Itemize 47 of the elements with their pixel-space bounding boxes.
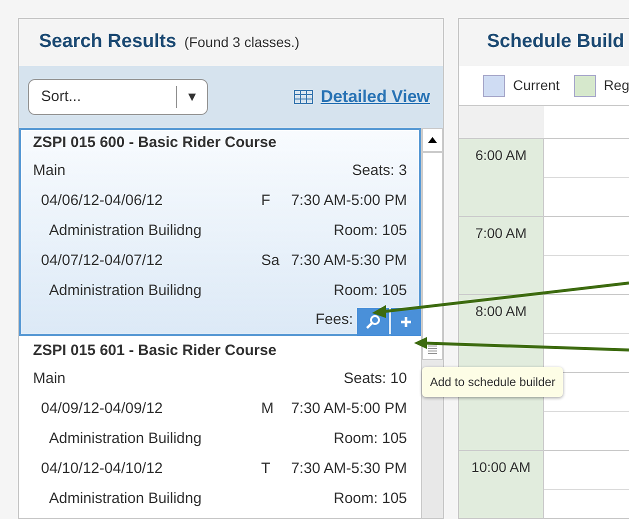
panel-title: Schedule Build [487, 30, 624, 54]
meeting-day: M [261, 398, 292, 420]
meeting-day: T [261, 458, 292, 480]
room-label: Room: 105 [334, 488, 407, 509]
meeting-dates: 04/09/12-04/09/12 [41, 398, 163, 419]
panel-title: Search Results [39, 30, 176, 54]
room-label: Room: 105 [334, 280, 407, 301]
add-button[interactable] [391, 308, 421, 336]
class-title: ZSPI 015 601 - Basic Rider Course [33, 341, 278, 361]
meeting-dates: 04/07/12-04/07/12 [41, 250, 163, 271]
legend-label: Reg [604, 76, 629, 95]
time-label: 8:00 AM [475, 302, 527, 321]
meeting-day: Sa [261, 250, 292, 272]
building-label: Administration Builidng [49, 280, 202, 301]
room-label: Room: 105 [334, 220, 407, 241]
seats-label: Seats: 3 [352, 160, 407, 181]
meeting-time: 7:30 AM-5:30 PM [291, 250, 407, 271]
legend-label: Current [513, 76, 560, 95]
room-label: Room: 105 [334, 428, 407, 449]
meeting-day: F [261, 190, 292, 212]
building-label: Administration Builidng [49, 220, 202, 241]
seats-label: Seats: 10 [344, 368, 407, 389]
results-count: (Found 3 classes.) [184, 33, 300, 52]
detailed-view-link[interactable]: Detailed View [320, 84, 430, 110]
meeting-time: 7:30 AM-5:00 PM [291, 190, 407, 211]
sort-dropdown[interactable]: Sort... ▼ [28, 79, 208, 115]
time-label: 7:00 AM [475, 224, 527, 243]
campus-label: Main [33, 160, 66, 181]
plus-icon [400, 316, 412, 328]
tooltip: Add to schedule builder [422, 367, 564, 397]
class-title: ZSPI 015 600 - Basic Rider Course [33, 133, 278, 153]
time-label: 6:00 AM [475, 146, 527, 165]
class-card[interactable]: ZSPI 015 600 - Basic Rider Course Main Seats: 3 04/06/12-04/06/12 F 7:30 AM-5:00 PM Administration Builidng Room: 105 04/07/12-04/07/12 Sa 7:30 AM-5:30 PM Administration Builidng Room: 105 Fees: [19, 128, 421, 336]
meeting-time: 7:30 AM-5:30 PM [291, 458, 407, 479]
search-icon [365, 314, 381, 330]
meeting-time: 7:30 AM-5:00 PM [291, 398, 407, 419]
building-label: Administration Builidng [49, 488, 202, 509]
grip-icon [428, 345, 437, 355]
fees-label: Fees: [315, 310, 353, 330]
campus-label: Main [33, 368, 66, 389]
grid-icon [294, 90, 313, 104]
building-label: Administration Builidng [49, 428, 202, 449]
time-label: 10:00 AM [471, 458, 531, 477]
meeting-dates: 04/06/12-04/06/12 [41, 190, 163, 211]
up-arrow-icon [428, 137, 437, 143]
meeting-dates: 04/10/12-04/10/12 [41, 458, 163, 479]
search-button[interactable] [357, 308, 389, 336]
